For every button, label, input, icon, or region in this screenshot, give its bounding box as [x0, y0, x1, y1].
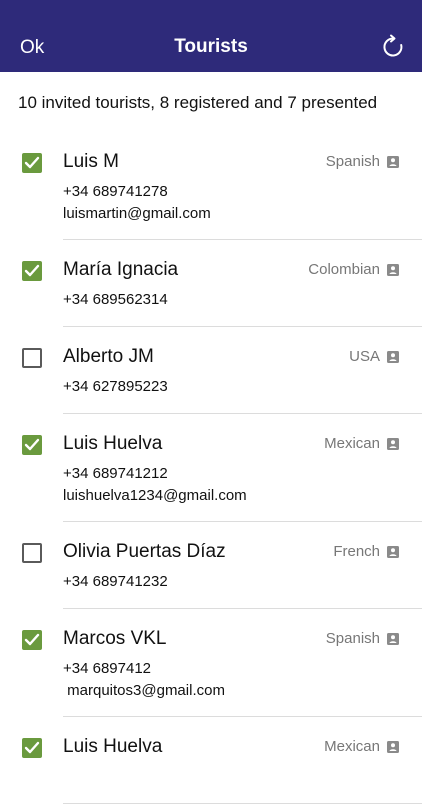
tourist-nationality: Spanish	[326, 629, 400, 649]
tourist-email: luishuelva1234@gmail.com	[63, 487, 247, 504]
checkmark-icon	[24, 156, 40, 169]
tourist-email: marquitos3@gmail.com	[63, 682, 225, 699]
nationality-label: Mexican	[324, 738, 380, 755]
tourist-nationality: USA	[349, 347, 400, 367]
tourist-name: Luis Huelva	[63, 433, 163, 454]
tourist-name: María Ignacia	[63, 259, 179, 280]
tourist-email: luismartin@gmail.com	[63, 205, 211, 222]
tourist-list: Luis M +34 689741278 luismartin@gmail.com S…	[0, 132, 422, 804]
tourist-name: Luis Huelva	[63, 736, 163, 757]
contact-card-icon	[386, 155, 400, 169]
tourist-phone: +34 689741232	[63, 573, 168, 590]
top-navigation-bar: Ok Tourists	[0, 0, 422, 72]
tourist-name: Marcos VKL	[63, 628, 167, 649]
checkmark-icon	[24, 633, 40, 646]
tourist-phone: +34 6897412	[63, 660, 152, 677]
contact-card-icon	[386, 350, 400, 364]
tourist-checkbox[interactable]	[22, 738, 42, 758]
tourist-nationality: French	[333, 542, 400, 562]
nationality-label: Spanish	[325, 630, 380, 647]
tourist-checkbox[interactable]	[22, 435, 42, 455]
tourist-checkbox[interactable]	[22, 261, 42, 281]
tourist-row[interactable]: Alberto JM +34 627895223 USA	[0, 327, 422, 414]
nationality-label: Colombian	[308, 261, 380, 278]
tourist-name: Alberto JM	[63, 346, 154, 367]
tourist-row[interactable]: Luis Huelva +34 689741212 luishuelva1234@g…	[0, 414, 422, 522]
tourist-checkbox[interactable]	[22, 348, 42, 368]
tourist-row[interactable]: Luis Huelva Mexican	[0, 717, 422, 804]
tourist-row[interactable]: Luis M +34 689741278 luismartin@gmail.com S…	[0, 132, 422, 240]
tourist-phone: +34 689562314	[63, 291, 168, 308]
tourist-name: Olivia Puertas Díaz	[63, 541, 226, 562]
tourist-nationality: Colombian	[308, 260, 400, 280]
tourist-checkbox[interactable]	[22, 153, 42, 173]
nationality-label: USA	[349, 348, 380, 365]
nationality-label: Spanish	[325, 153, 380, 170]
contact-card-icon	[386, 545, 400, 559]
nationality-label: Mexican	[324, 435, 380, 452]
tourist-nationality: Mexican	[324, 434, 400, 454]
refresh-button[interactable]	[380, 34, 406, 60]
refresh-icon	[383, 34, 403, 57]
tourist-nationality: Spanish	[326, 152, 400, 172]
contact-card-icon	[386, 263, 400, 277]
tourist-nationality: Mexican	[324, 737, 400, 757]
page-title: Tourists	[174, 36, 248, 57]
tourist-name: Luis M	[63, 151, 119, 172]
contact-card-icon	[386, 437, 400, 451]
checkmark-icon	[24, 264, 40, 277]
tourist-phone: +34 627895223	[63, 378, 168, 395]
checkmark-icon	[24, 741, 40, 754]
tourist-phone: +34 689741212	[63, 465, 168, 482]
tourist-checkbox[interactable]	[22, 630, 42, 650]
tourists-summary: 10 invited tourists, 8 registered and 7 …	[18, 93, 378, 112]
contact-card-icon	[386, 632, 400, 646]
tourist-checkbox[interactable]	[22, 543, 42, 563]
nationality-label: French	[333, 543, 380, 560]
tourist-phone: +34 689741278	[63, 183, 168, 200]
tourist-row[interactable]: María Ignacia +34 689562314 Colombian	[0, 240, 422, 327]
checkmark-icon	[24, 438, 40, 451]
tourist-row[interactable]: Olivia Puertas Díaz +34 689741232 French	[0, 522, 422, 609]
contact-card-icon	[386, 740, 400, 754]
tourist-row[interactable]: Marcos VKL +34 6897412 marquitos3@gmail.c…	[0, 609, 422, 717]
